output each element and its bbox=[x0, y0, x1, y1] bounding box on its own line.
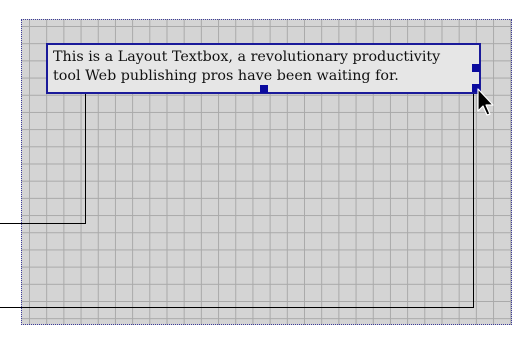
resize-handle-right[interactable] bbox=[472, 64, 480, 72]
resize-handle-bottom[interactable] bbox=[260, 85, 268, 93]
textbox-line-2: tool Web publishing pros have been waiti… bbox=[53, 68, 399, 84]
leader-line-middle bbox=[0, 94, 86, 224]
layout-editor: This is a Layout Textbox, a revolutionar… bbox=[0, 0, 519, 337]
arrow-pointer-icon bbox=[477, 88, 494, 116]
textbox-line-1: This is a Layout Textbox, a revolutionar… bbox=[53, 49, 441, 65]
